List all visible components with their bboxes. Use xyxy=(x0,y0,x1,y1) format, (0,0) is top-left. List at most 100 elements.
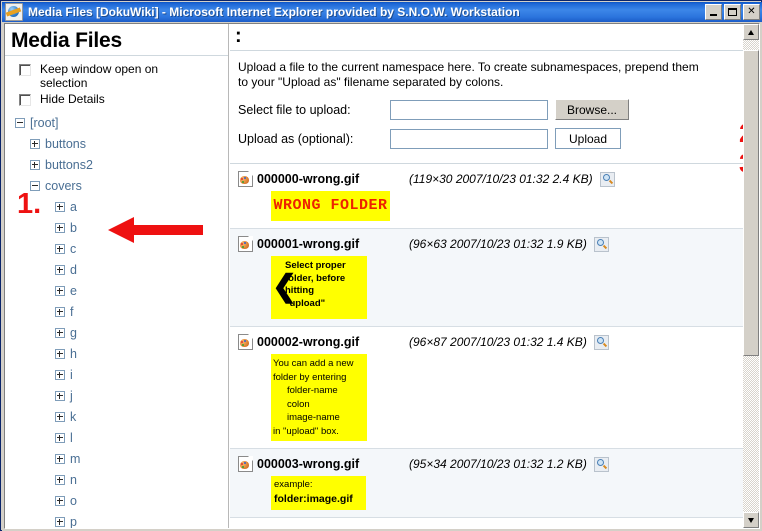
file-meta: (119×30 2007/10/23 01:32 2.4 KB) xyxy=(409,172,593,186)
scrollbar-track[interactable] xyxy=(743,40,759,512)
scroll-up-button[interactable] xyxy=(743,24,759,40)
file-thumbnail[interactable]: WRONG FOLDER xyxy=(271,191,390,221)
tree-node-label[interactable]: i xyxy=(70,368,73,382)
file-row[interactable]: 000002-wrong.gif (96×87 2007/10/23 01:32… xyxy=(230,327,743,449)
checkbox-keep-window-open[interactable] xyxy=(19,64,31,76)
tree-node-label[interactable]: g xyxy=(70,326,77,340)
expand-icon[interactable] xyxy=(55,307,65,317)
tree-node-n[interactable]: n xyxy=(5,469,228,490)
upload-description: Upload a file to the current namespace h… xyxy=(238,60,708,90)
expand-icon[interactable] xyxy=(55,517,65,527)
expand-icon[interactable] xyxy=(30,160,40,170)
expand-icon[interactable] xyxy=(55,454,65,464)
select-file-input[interactable] xyxy=(390,100,548,120)
option-hide-details[interactable]: Hide Details xyxy=(19,92,228,106)
expand-icon[interactable] xyxy=(55,496,65,506)
thumbnail-wrap: example: folder:image.gif xyxy=(238,476,743,510)
tree-node-label[interactable]: buttons2 xyxy=(45,158,93,172)
magnifier-icon[interactable] xyxy=(594,335,609,350)
thumbnail-line: folder, before xyxy=(285,273,365,286)
expand-icon[interactable] xyxy=(55,328,65,338)
tree-node-label[interactable]: b xyxy=(70,221,77,235)
vertical-scrollbar[interactable] xyxy=(743,24,759,528)
file-thumbnail[interactable]: ❮ Select proper folder, before hitting "… xyxy=(271,256,367,319)
file-name[interactable]: 000000-wrong.gif xyxy=(257,172,409,186)
tree-node-f[interactable]: f xyxy=(5,301,228,322)
tree-node-e[interactable]: e xyxy=(5,280,228,301)
tree-node-label[interactable]: f xyxy=(70,305,73,319)
tree-node-label[interactable]: a xyxy=(70,200,77,214)
tree-node-label[interactable]: h xyxy=(70,347,77,361)
tree-node-m[interactable]: m xyxy=(5,448,228,469)
file-name[interactable]: 000001-wrong.gif xyxy=(257,237,409,251)
tree-node-label[interactable]: n xyxy=(70,473,77,487)
tree-node-buttons[interactable]: buttons xyxy=(5,133,228,154)
file-thumbnail[interactable]: example: folder:image.gif xyxy=(271,476,366,510)
file-thumbnail[interactable]: You can add a new folder by entering fol… xyxy=(271,354,367,441)
file-row[interactable]: 000003-wrong.gif (95×34 2007/10/23 01:32… xyxy=(230,449,743,518)
select-file-label: Select file to upload: xyxy=(238,103,390,117)
expand-icon[interactable] xyxy=(55,475,65,485)
tree-node-label[interactable]: j xyxy=(70,389,73,403)
upload-button[interactable]: Upload xyxy=(555,128,621,149)
tree-node-i[interactable]: i xyxy=(5,364,228,385)
magnifier-icon[interactable] xyxy=(600,172,615,187)
tree-node-label[interactable]: c xyxy=(70,242,76,256)
tree-node-label[interactable]: l xyxy=(70,431,73,445)
expand-icon[interactable] xyxy=(55,391,65,401)
tree-node-l[interactable]: l xyxy=(5,427,228,448)
thumbnail-wrap: WRONG FOLDER xyxy=(238,191,743,221)
expand-icon[interactable] xyxy=(55,244,65,254)
tree-node-j[interactable]: j xyxy=(5,385,228,406)
maximize-button[interactable] xyxy=(724,4,741,20)
tree-node-label[interactable]: o xyxy=(70,494,77,508)
tree-node-k[interactable]: k xyxy=(5,406,228,427)
browse-button[interactable]: Browse... xyxy=(555,99,629,120)
tree-node-p[interactable]: p xyxy=(5,511,228,528)
expand-icon[interactable] xyxy=(55,433,65,443)
tree-node-label[interactable]: [root] xyxy=(30,116,59,130)
expand-icon[interactable] xyxy=(55,223,65,233)
tree-node-o[interactable]: o xyxy=(5,490,228,511)
expand-icon[interactable] xyxy=(55,265,65,275)
close-button[interactable]: ✕ xyxy=(743,4,760,20)
minimize-button[interactable] xyxy=(705,4,722,20)
title-bar: Media Files [DokuWiki] - Microsoft Inter… xyxy=(2,2,762,22)
tree-node-label[interactable]: p xyxy=(70,515,77,529)
upload-form: Upload a file to the current namespace h… xyxy=(230,51,743,164)
tree-node-label[interactable]: d xyxy=(70,263,77,277)
tree-node-label[interactable]: e xyxy=(70,284,77,298)
select-file-row: Select file to upload: Browse... xyxy=(238,99,735,120)
collapse-icon[interactable] xyxy=(15,118,25,128)
magnifier-icon[interactable] xyxy=(594,237,609,252)
upload-as-label: Upload as (optional): xyxy=(238,132,390,146)
tree-node-root[interactable]: [root] xyxy=(5,112,228,133)
tree-node-label[interactable]: m xyxy=(70,452,80,466)
expand-icon[interactable] xyxy=(55,286,65,296)
expand-icon[interactable] xyxy=(30,139,40,149)
tree-node-label[interactable]: k xyxy=(70,410,76,424)
option-keep-window-open[interactable]: Keep window open on selection xyxy=(19,62,228,90)
expand-icon[interactable] xyxy=(55,202,65,212)
upload-as-input[interactable] xyxy=(390,129,548,149)
expand-icon[interactable] xyxy=(55,412,65,422)
tree-node-g[interactable]: g xyxy=(5,322,228,343)
scroll-down-button[interactable] xyxy=(743,512,759,528)
tree-node-label[interactable]: covers xyxy=(45,179,82,193)
thumbnail-line: folder-name xyxy=(273,384,365,398)
expand-icon[interactable] xyxy=(55,349,65,359)
tree-node-h[interactable]: h xyxy=(5,343,228,364)
magnifier-icon[interactable] xyxy=(594,457,609,472)
file-name[interactable]: 000003-wrong.gif xyxy=(257,457,409,471)
file-name[interactable]: 000002-wrong.gif xyxy=(257,335,409,349)
scrollbar-thumb[interactable] xyxy=(743,50,759,356)
file-header: 000001-wrong.gif (96×63 2007/10/23 01:32… xyxy=(238,235,743,253)
file-row[interactable]: 000000-wrong.gif (119×30 2007/10/23 01:3… xyxy=(230,164,743,229)
checkbox-hide-details[interactable] xyxy=(19,94,31,106)
tree-node-buttons2[interactable]: buttons2 xyxy=(5,154,228,175)
tree-node-d[interactable]: d xyxy=(5,259,228,280)
expand-icon[interactable] xyxy=(55,370,65,380)
tree-node-label[interactable]: buttons xyxy=(45,137,86,151)
file-row[interactable]: 000001-wrong.gif (96×63 2007/10/23 01:32… xyxy=(230,229,743,327)
thumbnail-line: image-name xyxy=(273,411,365,425)
